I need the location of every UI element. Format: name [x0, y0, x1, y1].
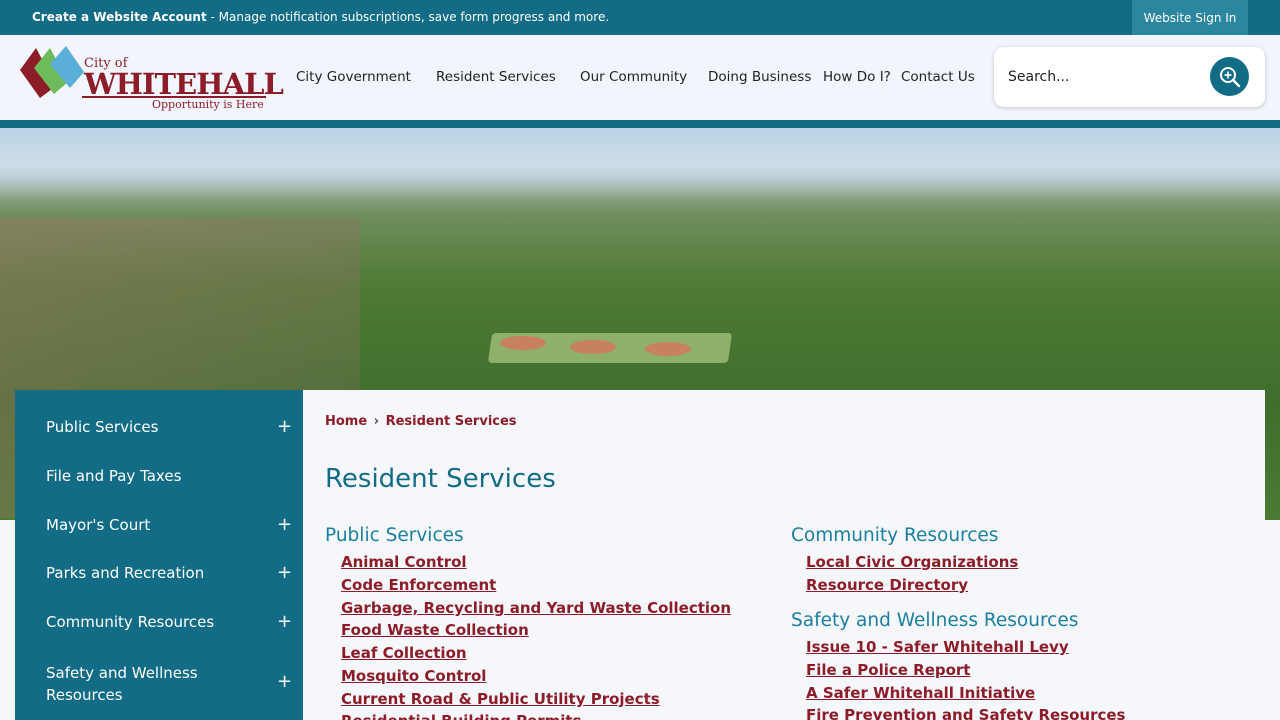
- plus-icon[interactable]: +: [277, 611, 292, 632]
- section-title-community-resources[interactable]: Community Resources: [791, 525, 998, 546]
- site-header: City of WHITEHALL Opportunity is Here Ci…: [0, 35, 1280, 120]
- city-logo[interactable]: City of WHITEHALL Opportunity is Here: [16, 42, 284, 114]
- link-fire-prevention[interactable]: Fire Prevention and Safety Resources: [806, 706, 1125, 720]
- sidebar-item-community-resources[interactable]: Community Resources +: [15, 611, 303, 637]
- link-resource-directory[interactable]: Resource Directory: [806, 576, 968, 594]
- sidebar-item-mayors-court[interactable]: Mayor's Court +: [15, 514, 303, 540]
- top-utility-bar: Create a Website Account - Manage notifi…: [0, 0, 1280, 35]
- plus-icon[interactable]: +: [277, 671, 292, 692]
- sidebar-item-safety-and-wellness[interactable]: Safety and Wellness Resources +: [15, 662, 303, 708]
- nav-doing-business[interactable]: Doing Business: [708, 69, 811, 85]
- nav-city-government[interactable]: City Government: [296, 69, 411, 85]
- plus-icon[interactable]: +: [277, 514, 292, 535]
- link-mosquito-control[interactable]: Mosquito Control: [341, 667, 486, 685]
- link-leaf-collection[interactable]: Leaf Collection: [341, 644, 467, 662]
- link-garbage-recycling[interactable]: Garbage, Recycling and Yard Waste Collec…: [341, 599, 731, 617]
- sidebar-item-label: Parks and Recreation: [46, 564, 205, 582]
- nav-how-do-i[interactable]: How Do I?: [823, 69, 891, 85]
- nav-our-community[interactable]: Our Community: [580, 69, 687, 85]
- link-safer-whitehall[interactable]: A Safer Whitehall Initiative: [806, 684, 1035, 702]
- link-building-permits[interactable]: Residential Building Permits: [341, 712, 582, 720]
- nav-contact-us[interactable]: Contact Us: [901, 69, 975, 85]
- breadcrumb-home-link[interactable]: Home: [325, 414, 367, 429]
- search-button[interactable]: [1210, 57, 1249, 96]
- sidebar-item-file-and-pay-taxes[interactable]: File and Pay Taxes: [15, 467, 303, 491]
- sidebar-item-parks-and-recreation[interactable]: Parks and Recreation +: [15, 562, 303, 588]
- search-box: [994, 47, 1265, 107]
- logo-tagline: Opportunity is Here: [152, 98, 264, 111]
- link-animal-control[interactable]: Animal Control: [341, 553, 467, 571]
- link-code-enforcement[interactable]: Code Enforcement: [341, 576, 496, 594]
- create-account-link[interactable]: Create a Website Account: [32, 10, 207, 24]
- breadcrumb: Home › Resident Services: [325, 414, 517, 429]
- website-sign-in-button[interactable]: Website Sign In: [1132, 0, 1248, 35]
- link-road-utility-projects[interactable]: Current Road & Public Utility Projects: [341, 690, 660, 708]
- sidebar-item-label: Public Services: [46, 418, 159, 436]
- plus-icon[interactable]: +: [277, 562, 292, 583]
- hero-sky-haze: [0, 168, 1280, 198]
- sidebar-item-label: Mayor's Court: [46, 516, 151, 534]
- create-account-description: - Manage notification subscriptions, sav…: [206, 10, 610, 24]
- breadcrumb-separator: ›: [373, 414, 380, 429]
- create-account-message[interactable]: Create a Website Account - Manage notifi…: [32, 10, 609, 24]
- plus-icon[interactable]: +: [277, 416, 292, 437]
- search-input[interactable]: [1008, 61, 1198, 93]
- nav-resident-services[interactable]: Resident Services: [436, 69, 556, 85]
- main-content: Home › Resident Services Resident Servic…: [303, 390, 1265, 720]
- link-issue-10-levy[interactable]: Issue 10 - Safer Whitehall Levy: [806, 638, 1069, 656]
- sidebar-nav: Public Services + File and Pay Taxes May…: [15, 390, 303, 720]
- sidebar-item-label: File and Pay Taxes: [46, 467, 182, 485]
- sidebar-item-label: Safety and Wellness Resources: [46, 664, 198, 704]
- sidebar-item-public-services[interactable]: Public Services +: [15, 416, 303, 442]
- sidebar-item-label: Community Resources: [46, 613, 215, 631]
- hero-diamond-2: [570, 340, 616, 354]
- page-title: Resident Services: [325, 464, 556, 494]
- section-title-public-services[interactable]: Public Services: [325, 525, 464, 546]
- logo-mark-icon: [20, 46, 84, 98]
- link-local-civic-organizations[interactable]: Local Civic Organizations: [806, 553, 1018, 571]
- section-title-safety-wellness[interactable]: Safety and Wellness Resources: [791, 610, 1078, 631]
- link-file-police-report[interactable]: File a Police Report: [806, 661, 970, 679]
- hero-diamond-3: [645, 342, 691, 356]
- header-divider: [0, 120, 1280, 128]
- breadcrumb-current: Resident Services: [385, 414, 517, 429]
- search-icon: [1219, 66, 1240, 87]
- hero-diamond-1: [500, 336, 546, 350]
- link-food-waste[interactable]: Food Waste Collection: [341, 621, 529, 639]
